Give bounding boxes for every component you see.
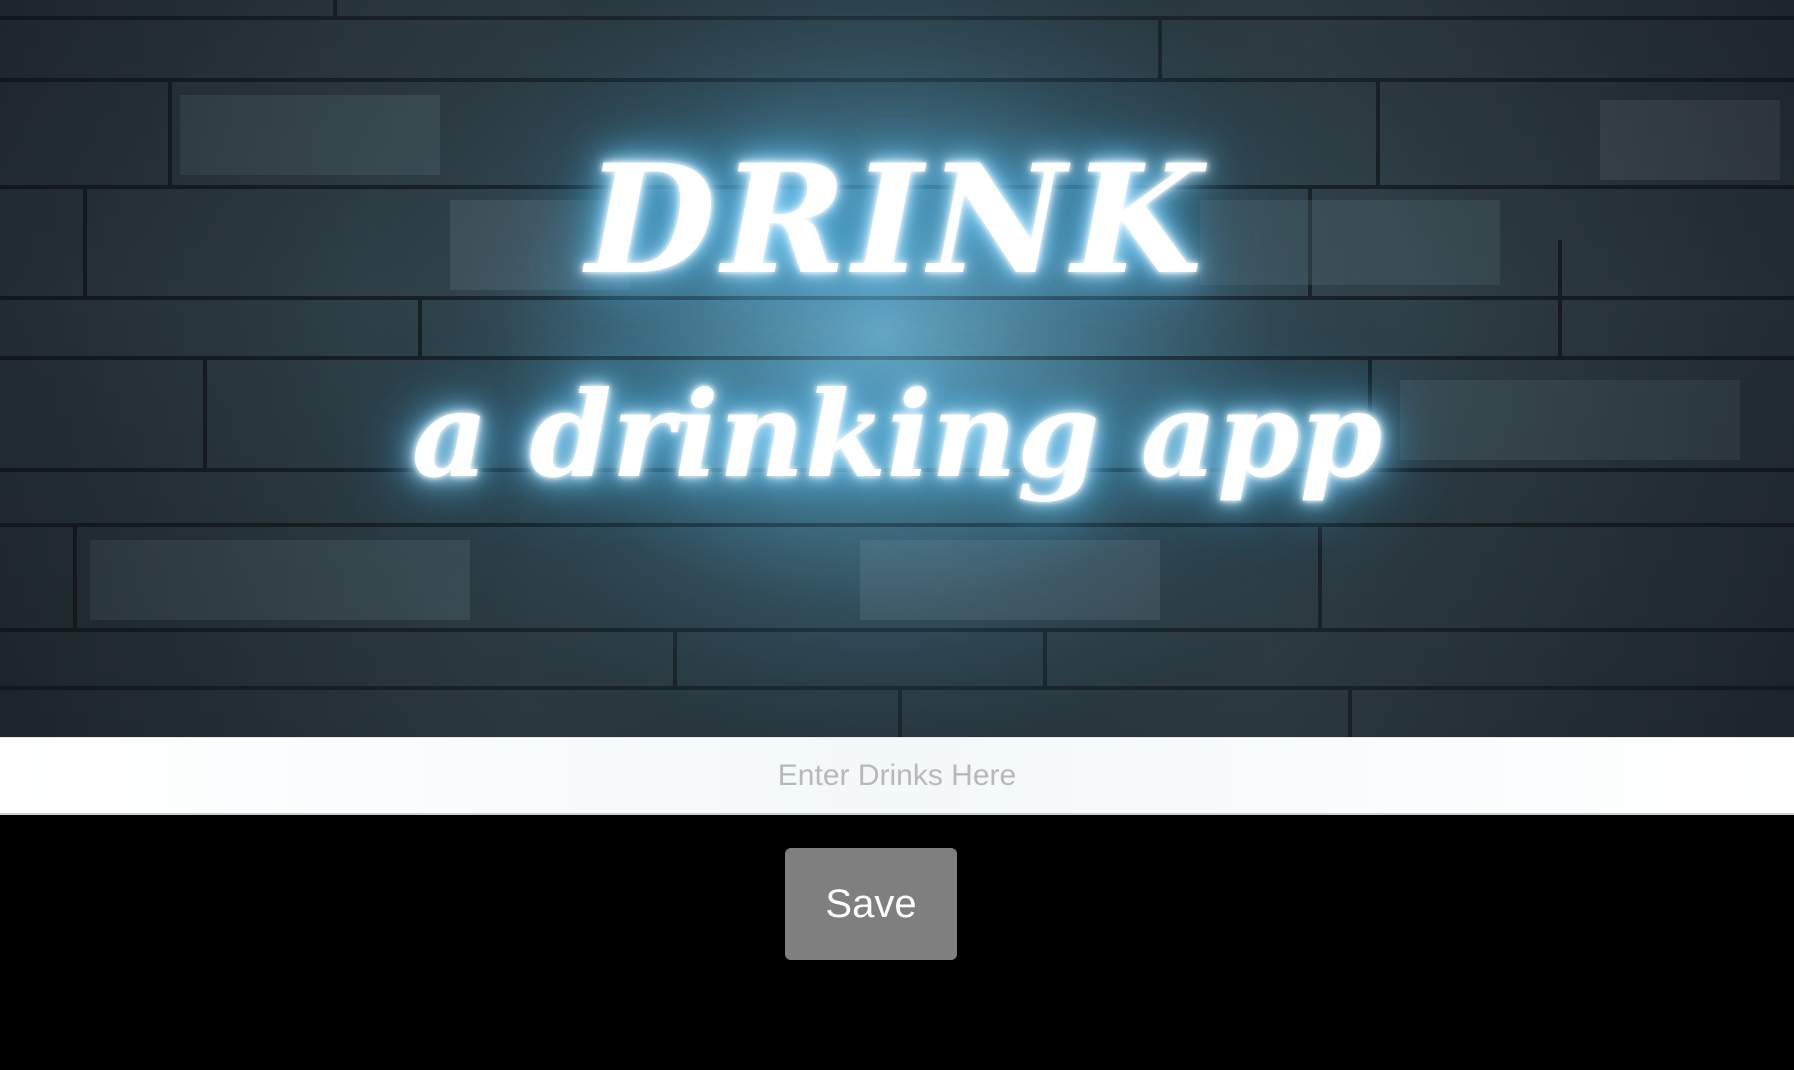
neon-title: DRINK	[585, 132, 1209, 308]
drinks-input[interactable]	[0, 738, 1794, 813]
drinks-input-bar	[0, 737, 1794, 815]
hero-banner: DRINK a drinking app	[0, 0, 1794, 737]
save-button[interactable]: Save	[785, 848, 957, 960]
neon-subtitle: a drinking app	[411, 365, 1383, 504]
app-page: DRINK a drinking app Save	[0, 0, 1794, 1070]
